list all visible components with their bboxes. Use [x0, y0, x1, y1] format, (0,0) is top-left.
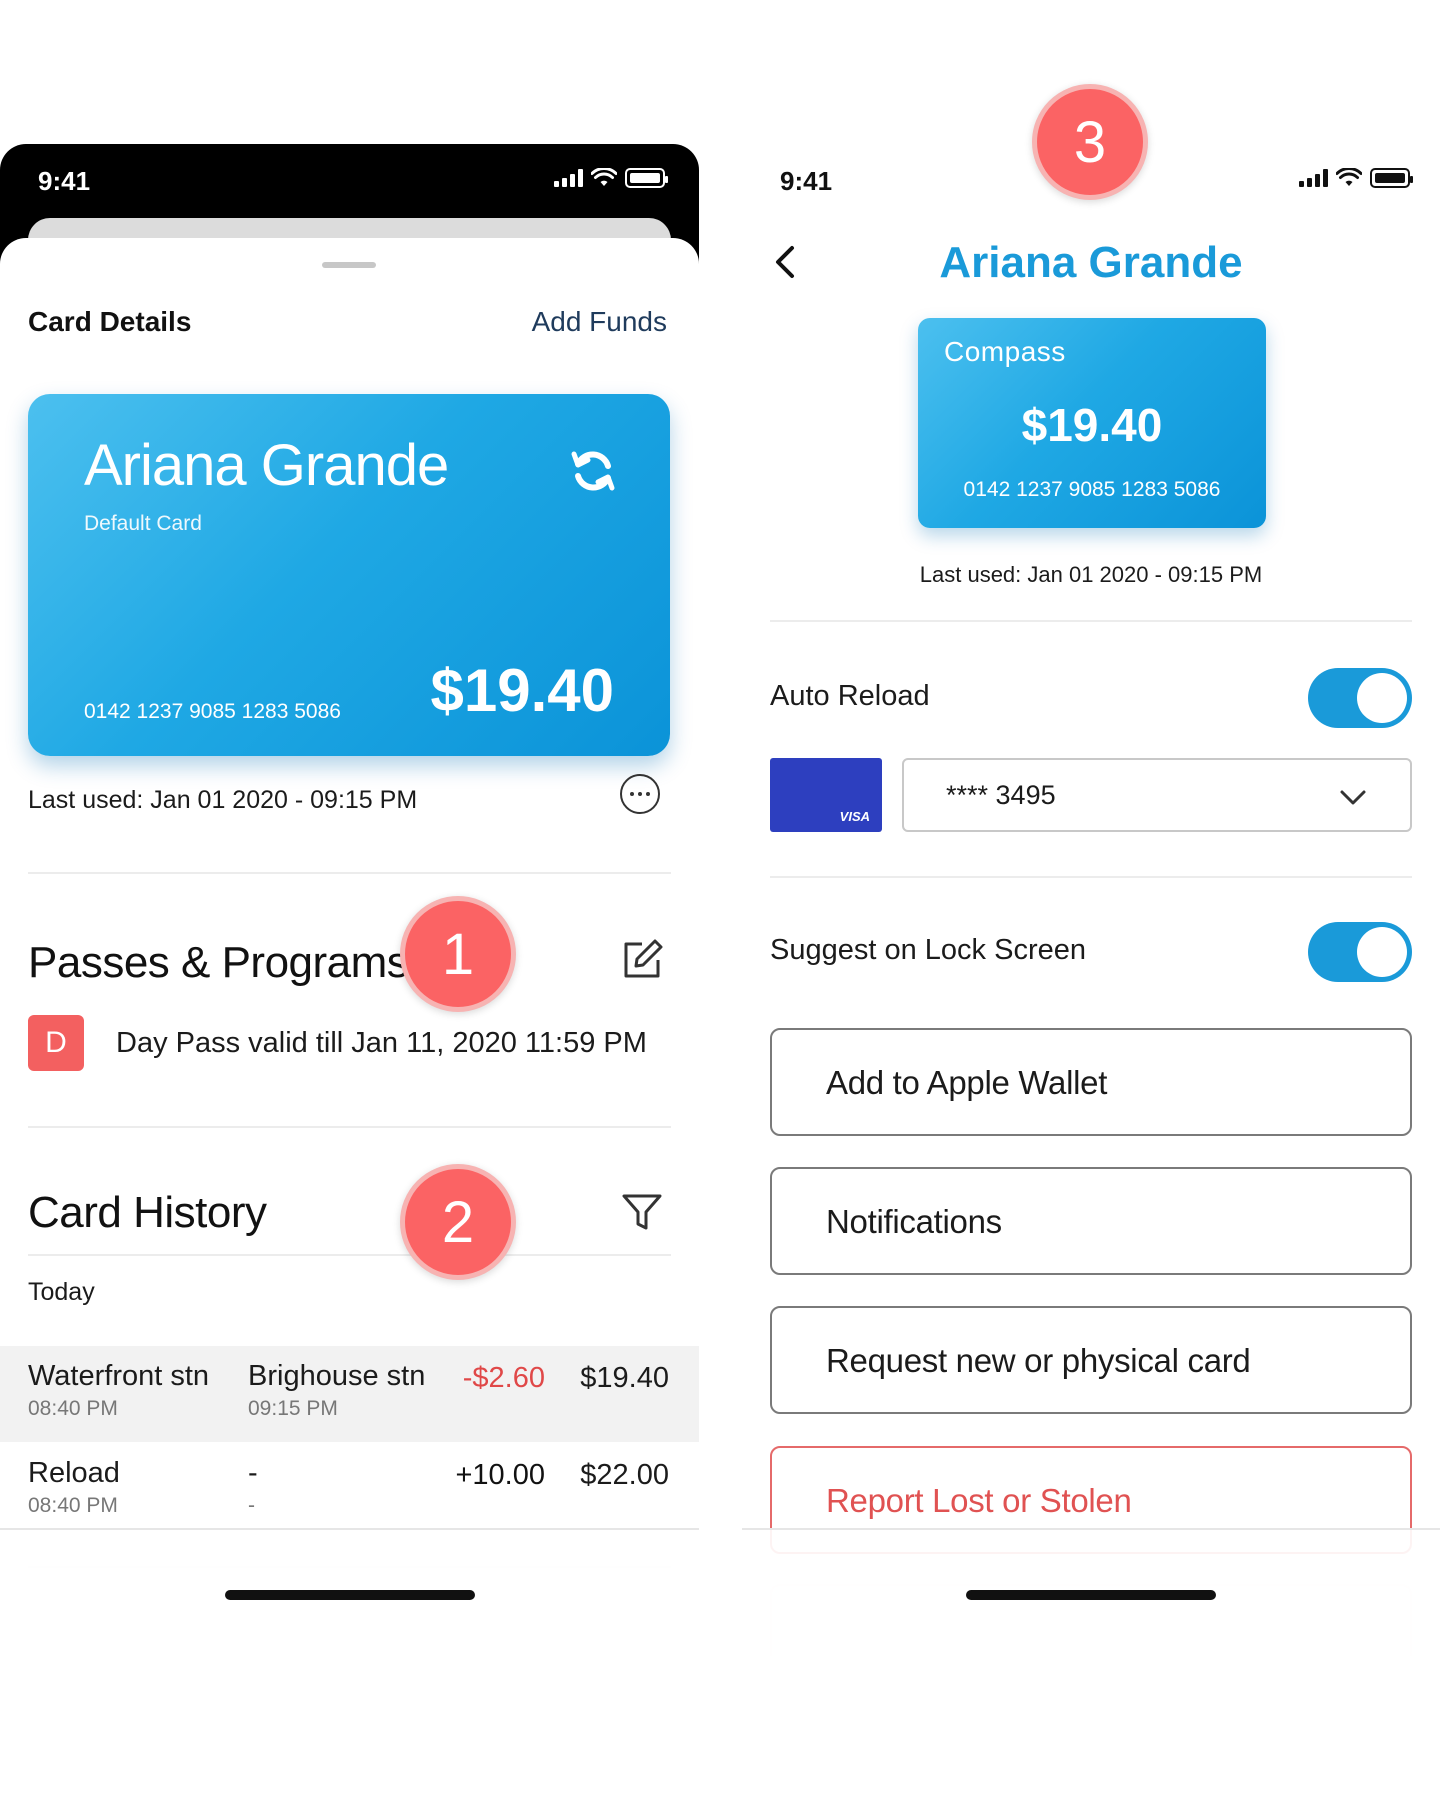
- compass-card[interactable]: Ariana Grande Default Card 0142 1237 908…: [28, 394, 670, 756]
- history-balance: $22.00: [580, 1459, 669, 1491]
- divider: [28, 1126, 671, 1128]
- compass-logo: Compass: [944, 336, 1066, 367]
- button-label: Request new or physical card: [826, 1342, 1251, 1379]
- origin-name: Waterfront stn: [28, 1360, 210, 1392]
- cellular-signal-icon: [1299, 169, 1328, 187]
- destination-time: 09:15 PM: [248, 1397, 338, 1420]
- sheet-title: Card Details: [28, 306, 192, 337]
- button-label: Add to Apple Wallet: [826, 1064, 1108, 1101]
- visa-brand-label: VISA: [839, 809, 870, 824]
- card-subtitle: Default Card: [84, 512, 202, 535]
- status-icons: [1299, 168, 1413, 188]
- passes-programs-title: Passes & Programs: [28, 938, 409, 987]
- card-holder-name: Ariana Grande: [84, 433, 449, 498]
- history-amount: -$2.60: [462, 1362, 545, 1394]
- annotation-marker-2: 2: [400, 1164, 516, 1280]
- wifi-icon: [1336, 168, 1362, 186]
- card-number: 0142 1237 9085 1283 5086: [84, 700, 341, 723]
- history-origin: Waterfront stn 08:40 PM: [28, 1360, 209, 1421]
- status-bar: 9:41: [0, 144, 699, 216]
- compass-card-thumbnail[interactable]: Compass $19.40 0142 1237 9085 1283 5086: [918, 318, 1266, 528]
- history-destination: Brighouse stn 09:15 PM: [248, 1360, 425, 1421]
- battery-icon: [625, 168, 668, 188]
- last-used-text: Last used: Jan 01 2020 - 09:15 PM: [28, 786, 418, 814]
- history-origin: Reload 08:40 PM: [28, 1457, 120, 1518]
- wifi-icon: [591, 168, 617, 186]
- last-used-text: Last used: Jan 01 2020 - 09:15 PM: [919, 562, 1263, 587]
- page-title: Ariana Grande: [939, 238, 1243, 287]
- divider: [770, 876, 1412, 878]
- status-icons: [554, 168, 668, 188]
- pass-item[interactable]: D Day Pass valid till Jan 11, 2020 11:59…: [28, 1015, 647, 1071]
- divider: [770, 620, 1412, 622]
- history-destination: - -: [248, 1457, 258, 1518]
- refresh-icon[interactable]: [566, 444, 620, 498]
- card-number: 0142 1237 9085 1283 5086: [963, 478, 1221, 501]
- card-balance: $19.40: [430, 657, 614, 724]
- pass-badge: D: [28, 1015, 84, 1071]
- suggest-lock-toggle[interactable]: [1308, 922, 1412, 982]
- home-indicator: [225, 1590, 475, 1600]
- divider: [28, 872, 671, 874]
- left-phone-screen: 9:41 Card Details Add Funds Ariana Grand…: [0, 144, 699, 1656]
- auto-reload-toggle[interactable]: [1308, 668, 1412, 728]
- notifications-button[interactable]: Notifications: [770, 1167, 1412, 1275]
- history-balance: $19.40: [580, 1362, 669, 1394]
- request-card-button[interactable]: Request new or physical card: [770, 1306, 1412, 1414]
- card-details-sheet: Card Details Add Funds Ariana Grande Def…: [0, 238, 699, 1656]
- payment-method-select[interactable]: **** 3495: [902, 758, 1412, 832]
- filter-icon[interactable]: [620, 1190, 664, 1234]
- suggest-lock-label: Suggest on Lock Screen: [770, 934, 1086, 966]
- visa-card-icon: VISA: [770, 758, 882, 832]
- payment-method-value: **** 3495: [946, 780, 1056, 810]
- auto-reload-label: Auto Reload: [770, 680, 930, 712]
- history-group-label: Today: [28, 1278, 95, 1306]
- history-amount: +10.00: [455, 1459, 545, 1491]
- status-time: 9:41: [780, 166, 833, 196]
- battery-icon: [1370, 168, 1413, 188]
- home-indicator: [966, 1590, 1216, 1600]
- origin-time: 08:40 PM: [28, 1397, 118, 1420]
- annotation-marker-3: 3: [1032, 84, 1148, 200]
- more-options-icon[interactable]: [620, 774, 660, 814]
- status-time: 9:41: [38, 166, 91, 196]
- origin-name: Reload: [28, 1457, 120, 1489]
- history-row[interactable]: Reload 08:40 PM - - +10.00 $22.00: [0, 1443, 699, 1539]
- destination-time: -: [248, 1494, 255, 1517]
- annotation-marker-1: 1: [400, 896, 516, 1012]
- chevron-down-icon: [1340, 790, 1366, 805]
- destination-name: Brighouse stn: [248, 1360, 426, 1392]
- right-phone-screen: 9:41 Ariana Grande Compass $19.40 0142 1…: [742, 144, 1440, 1656]
- card-balance: $19.40: [1021, 399, 1163, 451]
- history-row[interactable]: Waterfront stn 08:40 PM Brighouse stn 09…: [0, 1346, 699, 1442]
- divider: [28, 1254, 671, 1256]
- add-funds-link[interactable]: Add Funds: [532, 306, 667, 338]
- add-to-apple-wallet-button[interactable]: Add to Apple Wallet: [770, 1028, 1412, 1136]
- origin-time: 08:40 PM: [28, 1494, 118, 1517]
- pass-text: Day Pass valid till Jan 11, 2020 11:59 P…: [116, 1026, 647, 1059]
- button-label: Report Lost or Stolen: [826, 1482, 1132, 1519]
- destination-name: -: [248, 1457, 258, 1489]
- edit-icon[interactable]: [620, 938, 664, 982]
- button-label: Notifications: [826, 1203, 1002, 1240]
- sheet-grabber[interactable]: [322, 262, 376, 268]
- sheet-header: Card Details Add Funds: [28, 306, 667, 338]
- cellular-signal-icon: [554, 169, 583, 187]
- card-history-title: Card History: [28, 1188, 267, 1237]
